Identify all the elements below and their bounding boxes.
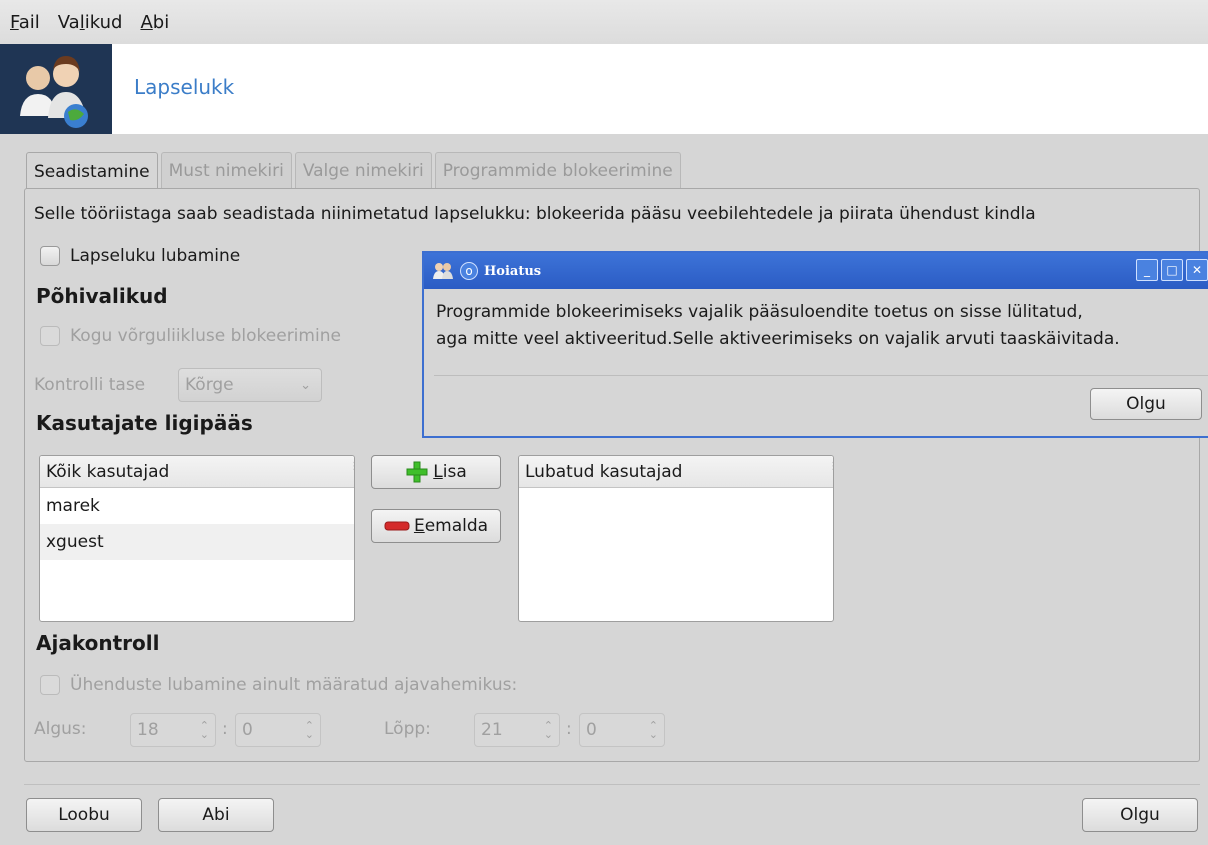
block-all-checkbox[interactable] <box>40 326 60 346</box>
control-level-select[interactable]: Kõrge ⌄ <box>178 368 322 402</box>
dialog-message-line2: aga mitte veel aktiveeritud.Selle aktive… <box>436 329 1120 349</box>
end-colon: : <box>566 719 572 739</box>
plus-icon <box>406 461 428 483</box>
add-label: isa <box>442 462 467 482</box>
end-minute-value: 0 <box>586 720 597 740</box>
allowed-users-header-label: Lubatud kasutajad <box>525 461 683 482</box>
enable-label: Lapseluku lubamine <box>70 246 241 266</box>
all-users-header[interactable]: Kõik kasutajad ⋮ <box>40 456 354 488</box>
start-label: Algus: <box>34 719 87 739</box>
warning-dialog: o Hoiatus _ □ ✕ Programmide blokeerimise… <box>422 251 1208 438</box>
app-title: Lapselukk <box>134 75 235 99</box>
window-menu-icon[interactable]: o <box>460 262 478 280</box>
cancel-button[interactable]: Loobu <box>26 798 142 832</box>
enable-row: Lapseluku lubamine <box>40 246 240 266</box>
chevron-down-icon: ⌄ <box>300 377 311 393</box>
close-icon[interactable]: ✕ <box>1186 259 1208 281</box>
end-hour-value: 21 <box>481 720 503 740</box>
start-minute-spinner[interactable]: 0 ⌃ ⌄ <box>235 713 321 747</box>
end-label: Lõpp: <box>384 719 431 739</box>
start-colon: : <box>222 719 228 739</box>
help-button[interactable]: Abi <box>158 798 274 832</box>
list-item[interactable]: marek <box>40 488 354 524</box>
spin-arrows-icon: ⌃ ⌄ <box>304 719 314 741</box>
users-icon <box>20 56 88 128</box>
all-users-list[interactable]: Kõik kasutajad ⋮ marek xguest <box>39 455 355 622</box>
add-button[interactable]: Lisa <box>371 455 501 489</box>
time-restrict-row: Ühenduste lubamine ainult määratud ajava… <box>40 675 517 695</box>
spin-arrows-icon: ⌃ ⌄ <box>648 719 658 741</box>
tab-bar: Seadistamine Must nimekiri Valge nimekir… <box>26 152 681 190</box>
control-level-label: Kontrolli tase <box>34 375 146 395</box>
enable-checkbox[interactable] <box>40 246 60 266</box>
remove-label: emalda <box>424 516 489 536</box>
control-level-value: Kõrge <box>185 375 234 395</box>
minimize-icon[interactable]: _ <box>1136 259 1158 281</box>
tab-whitelist[interactable]: Valge nimekiri <box>294 152 432 189</box>
description-text: Selle tööriistaga saab seadistada niinim… <box>34 204 1036 224</box>
menubar: Fail Valikud Abi <box>0 0 1208 44</box>
list-item[interactable]: xguest <box>40 524 354 560</box>
block-all-row: Kogu võrguliikluse blokeerimine <box>40 326 341 346</box>
column-grip-icon: ⋮ <box>828 462 833 480</box>
dialog-message-line1: Programmide blokeerimiseks vajalik pääsu… <box>436 302 1083 322</box>
time-restrict-checkbox[interactable] <box>40 675 60 695</box>
spin-arrows-icon: ⌃ ⌄ <box>543 719 553 741</box>
users-icon <box>433 263 453 279</box>
spin-arrows-icon: ⌃ ⌄ <box>199 719 209 741</box>
menu-file[interactable]: Fail <box>10 12 40 33</box>
column-grip-icon: ⋮ <box>349 462 354 480</box>
maximize-icon[interactable]: □ <box>1161 259 1183 281</box>
all-users-header-label: Kõik kasutajad <box>46 461 170 482</box>
remove-accel: E <box>413 516 425 536</box>
start-hour-spinner[interactable]: 18 ⌃ ⌄ <box>130 713 216 747</box>
ok-button[interactable]: Olgu <box>1082 798 1198 832</box>
time-restrict-label: Ühenduste lubamine ainult määratud ajava… <box>70 675 518 695</box>
tab-setup[interactable]: Seadistamine <box>26 152 158 190</box>
time-heading: Ajakontroll <box>36 631 160 655</box>
menu-options[interactable]: Valikud <box>58 12 123 33</box>
minus-icon <box>384 521 410 531</box>
start-minute-value: 0 <box>242 720 253 740</box>
menu-help[interactable]: Abi <box>140 12 169 33</box>
footer-separator <box>24 784 1200 785</box>
block-all-label: Kogu võrguliikluse blokeerimine <box>70 326 341 346</box>
tab-app-blocking[interactable]: Programmide blokeerimine <box>434 152 681 189</box>
end-minute-spinner[interactable]: 0 ⌃ ⌄ <box>579 713 665 747</box>
allowed-users-list[interactable]: Lubatud kasutajad ⋮ <box>518 455 834 622</box>
tab-blacklist[interactable]: Must nimekiri <box>160 152 292 189</box>
banner-logo <box>0 44 112 134</box>
dialog-title: Hoiatus <box>484 263 542 279</box>
banner: Lapselukk <box>0 44 1208 134</box>
dialog-separator <box>434 375 1208 376</box>
access-heading: Kasutajate ligipääs <box>36 411 253 435</box>
start-hour-value: 18 <box>137 720 159 740</box>
dialog-ok-button[interactable]: Olgu <box>1090 388 1202 420</box>
basic-heading: Põhivalikud <box>36 284 168 308</box>
end-hour-spinner[interactable]: 21 ⌃ ⌄ <box>474 713 560 747</box>
dialog-titlebar[interactable]: o Hoiatus _ □ ✕ <box>424 253 1208 289</box>
dialog-message: Programmide blokeerimiseks vajalik pääsu… <box>436 299 1120 353</box>
remove-button[interactable]: Eemalda <box>371 509 501 543</box>
allowed-users-header[interactable]: Lubatud kasutajad ⋮ <box>519 456 833 488</box>
add-accel: L <box>433 462 443 482</box>
